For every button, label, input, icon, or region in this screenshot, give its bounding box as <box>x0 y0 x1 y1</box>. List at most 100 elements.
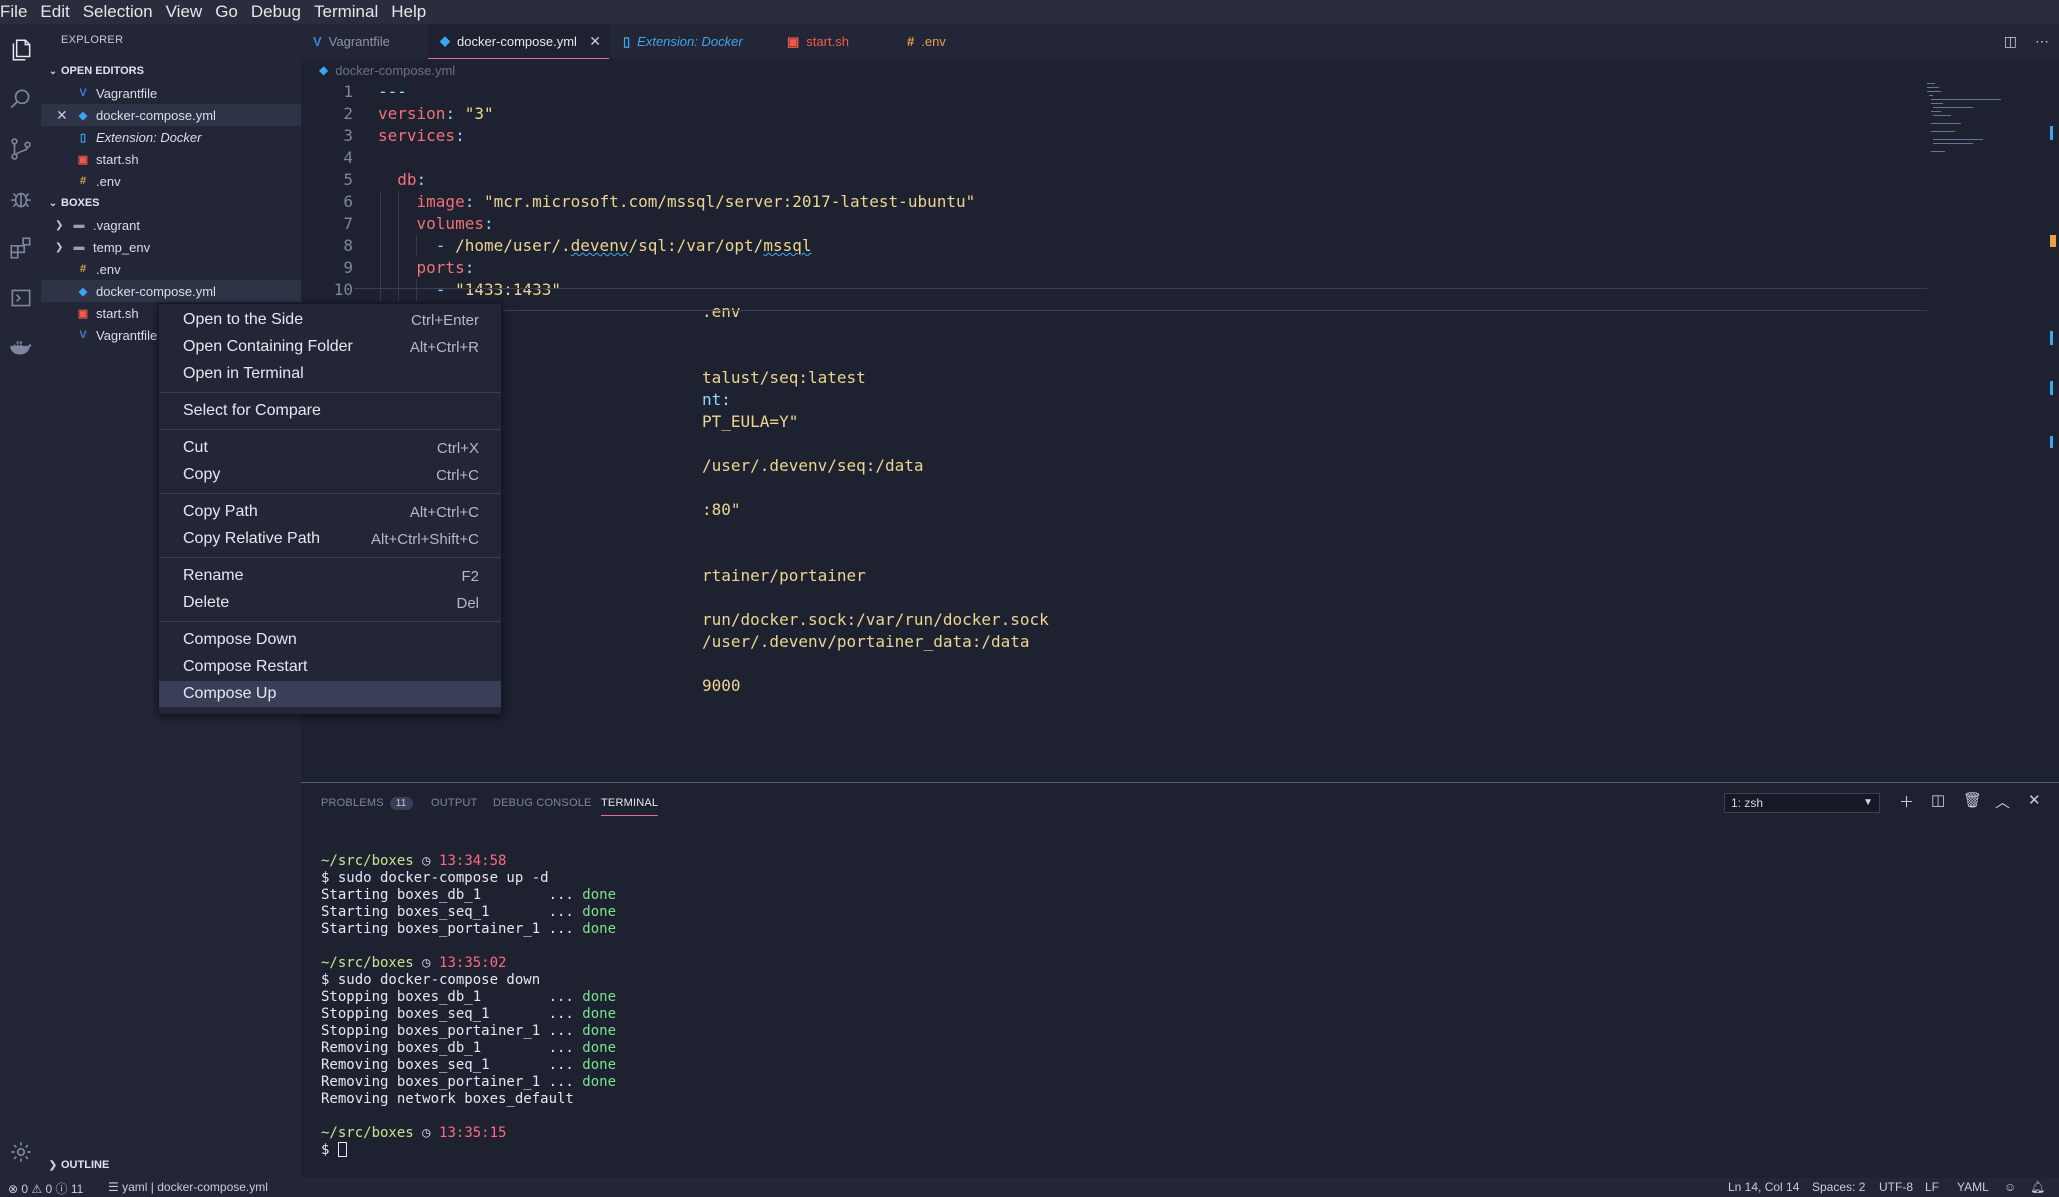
docker-icon[interactable] <box>0 326 41 370</box>
menu-view[interactable]: View <box>160 0 210 24</box>
tree-file-env[interactable]: # .env <box>41 258 301 280</box>
menu-item-open-in-terminal[interactable]: Open in Terminal <box>159 361 501 387</box>
open-editor-label: .env <box>96 173 121 189</box>
open-editor-label: start.sh <box>96 151 139 167</box>
code-line-23: rtainer/portainer <box>702 566 866 585</box>
split-terminal-icon[interactable]: ◫ <box>1931 791 1945 809</box>
menu-item-cut[interactable]: Cut Ctrl+X <box>159 435 501 461</box>
folder-label: BOXES <box>61 197 100 209</box>
menu-help[interactable]: Help <box>385 0 433 24</box>
terminal-select-value: 1: zsh <box>1731 796 1764 810</box>
minimap[interactable] <box>1927 81 2047 161</box>
more-actions-icon[interactable]: ⋯ <box>2035 33 2049 50</box>
open-editor-start-sh[interactable]: ▣ start.sh <box>41 148 301 170</box>
shell-script-icon: ▣ <box>77 307 89 320</box>
tab-problems[interactable]: PROBLEMS 11 <box>321 797 413 810</box>
bell-icon[interactable]: 🔔︎ <box>2030 1180 2045 1194</box>
code-line-5: db: <box>397 170 427 189</box>
menu-item-delete[interactable]: Delete Del <box>159 590 501 616</box>
vagrant-icon: V <box>79 87 87 99</box>
indentation[interactable]: Spaces: 2 <box>1812 1180 1865 1194</box>
encoding[interactable]: UTF-8 <box>1879 1180 1913 1194</box>
menu-item-select-for-compare[interactable]: Select for Compare <box>159 398 501 424</box>
tab-label: start.sh <box>806 34 849 49</box>
menu-item-open-containing-folder[interactable]: Open Containing Folder Alt+Ctrl+R <box>159 334 501 360</box>
tree-file-docker-compose[interactable]: ◆ docker-compose.yml <box>41 280 301 302</box>
tab-extension-docker[interactable]: ▯ Extension: Docker <box>611 24 773 59</box>
open-editor-docker-compose[interactable]: ✕ ◆ docker-compose.yml <box>41 104 301 126</box>
smiley-feedback-icon[interactable]: ☺ <box>2004 1180 2016 1194</box>
tab-debug-console[interactable]: DEBUG CONSOLE <box>493 797 592 809</box>
breadcrumb-file[interactable]: docker-compose.yml <box>335 63 455 78</box>
menu-item-copy-relative-path[interactable]: Copy Relative Path Alt+Ctrl+Shift+C <box>159 526 501 552</box>
problems-status[interactable]: ⊗ 0 ⚠ 0 ⓘ 11 <box>8 1180 83 1197</box>
language-breadcrumb[interactable]: ☰ yaml | docker-compose.yml <box>108 1180 268 1194</box>
code-editor[interactable]: 1 2 3 4 5 6 7 8 9 10 --- version: "3" se… <box>301 81 2059 782</box>
tree-folder-vagrant[interactable]: ❯ ▬ .vagrant <box>41 214 301 236</box>
line-number: 4 <box>343 148 353 167</box>
code-line-15: nt: <box>702 390 731 409</box>
tab-docker-compose[interactable]: ◆ docker-compose.yml ✕ <box>428 24 609 59</box>
tab-terminal[interactable]: TERMINAL <box>601 797 659 816</box>
menu-terminal[interactable]: Terminal <box>308 0 385 24</box>
menu-selection[interactable]: Selection <box>77 0 160 24</box>
menu-item-copy[interactable]: Copy Ctrl+C <box>159 462 501 488</box>
files-icon[interactable] <box>0 28 41 72</box>
terminal-input-line[interactable]: $ <box>321 1142 347 1159</box>
line-number: 5 <box>343 170 353 189</box>
docker-file-icon: ◆ <box>319 63 329 77</box>
menu-item-copy-path[interactable]: Copy Path Alt+Ctrl+C <box>159 499 501 525</box>
close-icon[interactable]: ✕ <box>589 33 601 50</box>
extensions-icon[interactable] <box>0 226 41 270</box>
menu-item-compose-restart[interactable]: Compose Restart <box>159 654 501 680</box>
editor-scrollbar[interactable] <box>2047 81 2059 782</box>
open-editor-extension-docker[interactable]: ▯ Extension: Docker <box>41 126 301 148</box>
remote-explorer-icon[interactable] <box>0 276 41 320</box>
code-line-16: PT_EULA=Y" <box>702 412 799 431</box>
cursor-position[interactable]: Ln 14, Col 14 <box>1728 1180 1799 1194</box>
source-control-icon[interactable] <box>0 127 41 171</box>
settings-gear-icon[interactable] <box>0 1130 41 1174</box>
terminal-line: Removing boxes_seq_1 ... done <box>321 1057 617 1073</box>
menu-item-rename[interactable]: Rename F2 <box>159 563 501 589</box>
open-editor-label: docker-compose.yml <box>96 107 216 123</box>
debug-icon[interactable] <box>0 177 41 221</box>
menu-edit[interactable]: Edit <box>34 0 76 24</box>
end-of-line[interactable]: LF <box>1925 1180 1939 1194</box>
code-line-9: ports: <box>416 258 475 277</box>
open-editor-vagrantfile[interactable]: V Vagrantfile <box>41 82 301 104</box>
line-number: 1 <box>343 82 353 101</box>
sidebar-title: EXPLORER <box>61 34 124 46</box>
code-line-18: /user/.devenv/seq:/data <box>702 456 924 475</box>
open-editor-env[interactable]: # .env <box>41 170 301 192</box>
tree-item-label: .env <box>96 261 121 277</box>
tab-env[interactable]: # .env <box>895 24 1013 59</box>
docker-file-icon: ◆ <box>78 109 88 122</box>
tree-item-label: start.sh <box>96 305 139 321</box>
tab-start-sh[interactable]: ▣ start.sh <box>775 24 893 59</box>
boxes-folder-header[interactable]: ⌄ BOXES <box>41 192 301 214</box>
problems-count-badge: 11 <box>389 797 413 810</box>
terminal-select[interactable]: 1: zsh ▼ <box>1724 793 1880 813</box>
menu-item-compose-down[interactable]: Compose Down <box>159 627 501 653</box>
maximize-panel-icon[interactable]: ︿ <box>1995 791 2010 812</box>
outline-header[interactable]: ❯ OUTLINE <box>41 1154 301 1176</box>
trash-icon[interactable]: 🗑 <box>1963 791 1982 809</box>
editor-tabs: V Vagrantfile ◆ docker-compose.yml ✕ ▯ E… <box>301 24 2059 59</box>
search-icon[interactable] <box>0 77 41 121</box>
menu-item-open-to-side[interactable]: Open to the Side Ctrl+Enter <box>159 307 501 333</box>
close-icon[interactable]: ✕ <box>56 107 76 124</box>
menu-go[interactable]: Go <box>209 0 245 24</box>
menu-debug[interactable]: Debug <box>245 0 308 24</box>
open-editors-header[interactable]: ⌄ OPEN EDITORS <box>41 60 301 82</box>
tab-output[interactable]: OUTPUT <box>431 797 477 809</box>
terminal-command: $ sudo docker-compose up -d <box>321 870 549 886</box>
menu-item-compose-up[interactable]: Compose Up <box>159 681 501 707</box>
tree-folder-temp-env[interactable]: ❯ ▬ temp_env <box>41 236 301 258</box>
new-terminal-icon[interactable]: ＋ <box>1899 791 1914 812</box>
split-editor-icon[interactable]: ◫ <box>2004 33 2017 50</box>
tab-vagrantfile[interactable]: V Vagrantfile <box>301 24 426 59</box>
language-mode[interactable]: YAML <box>1957 1180 1989 1194</box>
menu-file[interactable]: File <box>0 0 34 24</box>
close-panel-icon[interactable]: ✕ <box>2028 791 2041 809</box>
